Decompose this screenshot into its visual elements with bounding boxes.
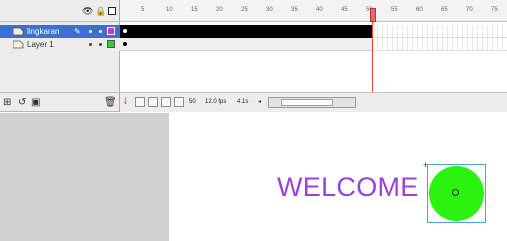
tick-label: 55	[391, 7, 398, 13]
onion-skin-icon[interactable]	[135, 97, 145, 107]
layer-footer: ⊞ ↺ ▣ 🗑	[0, 92, 120, 112]
playhead-handle[interactable]	[370, 8, 376, 22]
layer-header: 👁 🔒	[0, 0, 120, 22]
layer-name: Layer 1	[27, 40, 54, 49]
circle-selection-box[interactable]	[427, 164, 486, 223]
frames-area[interactable]: 5 10 15 20 25 30 35 40 45 50 55 60 65 70…	[120, 0, 507, 92]
playhead-line	[372, 22, 373, 92]
tick-label: 5	[141, 7, 145, 13]
center-frame-icon[interactable]: ⇃	[122, 96, 130, 107]
layer-icon	[13, 27, 24, 36]
empty-frames[interactable]	[373, 38, 507, 51]
scroll-left-icon[interactable]: ◂	[258, 98, 261, 105]
keyframe-dot[interactable]	[123, 42, 127, 46]
tick-label: 30	[266, 7, 273, 13]
scroll-thumb[interactable]	[281, 99, 333, 106]
timeline-panel: 👁 🔒 lingkaran ✎ Layer 1 ⊞ ↺ ▣ 🗑 5 10 15 …	[0, 0, 507, 112]
tick-label: 75	[491, 7, 498, 13]
tick-label: 15	[191, 7, 198, 13]
eye-icon[interactable]: 👁	[82, 6, 93, 16]
lock-dot[interactable]	[99, 43, 102, 46]
lock-dot[interactable]	[99, 30, 102, 33]
frame-ruler[interactable]: 5 10 15 20 25 30 35 40 45 50 55 60 65 70…	[120, 0, 507, 22]
registration-point	[452, 189, 459, 196]
timeline-status-bar: ⇃ 50 12.0 fps 4.1s ◂	[120, 92, 507, 112]
visibility-dot[interactable]	[89, 43, 92, 46]
frame-row-layer1[interactable]	[120, 38, 373, 51]
layer-icon	[13, 40, 24, 49]
tick-label: 35	[291, 7, 298, 13]
current-frame: 50	[189, 99, 196, 105]
new-folder-icon[interactable]: ▣	[31, 97, 40, 108]
delete-layer-icon[interactable]: 🗑	[104, 97, 117, 108]
keyframe-dot[interactable]	[123, 29, 127, 33]
flash-editor: 👁 🔒 lingkaran ✎ Layer 1 ⊞ ↺ ▣ 🗑 5 10 15 …	[0, 0, 507, 241]
elapsed-time: 4.1s	[237, 99, 249, 105]
frame-rate: 12.0 fps	[205, 99, 227, 105]
pasteboard	[0, 113, 169, 241]
pencil-icon: ✎	[74, 27, 81, 36]
playhead[interactable]	[370, 0, 376, 92]
tick-label: 65	[441, 7, 448, 13]
lock-icon[interactable]: 🔒	[95, 6, 106, 16]
outline-color-box[interactable]	[107, 40, 115, 48]
tick-label: 45	[341, 7, 348, 13]
stage[interactable]: WELCOME +	[169, 113, 507, 241]
modify-onion-markers-icon[interactable]	[174, 97, 184, 107]
timeline-scrollbar[interactable]	[268, 97, 356, 108]
edit-multiple-frames-icon[interactable]	[161, 97, 171, 107]
welcome-text[interactable]: WELCOME	[277, 172, 419, 203]
layer-panel: 👁 🔒 lingkaran ✎ Layer 1 ⊞ ↺ ▣ 🗑	[0, 0, 120, 112]
tick-label: 10	[166, 7, 173, 13]
tick-label: 25	[241, 7, 248, 13]
layer-name: lingkaran	[27, 27, 60, 36]
empty-frames[interactable]	[373, 25, 507, 38]
onion-skin-outlines-icon[interactable]	[148, 97, 158, 107]
frame-row-lingkaran[interactable]	[120, 25, 373, 38]
tick-label: 40	[316, 7, 323, 13]
tick-label: 20	[216, 7, 223, 13]
layer-row-layer1[interactable]: Layer 1	[0, 38, 120, 51]
new-layer-icon[interactable]: ⊞	[3, 97, 11, 108]
outline-icon[interactable]	[108, 7, 116, 15]
visibility-dot[interactable]	[89, 30, 92, 33]
tick-label: 70	[466, 7, 473, 13]
outline-color-box[interactable]	[107, 27, 115, 35]
tick-label: 60	[416, 7, 423, 13]
add-guide-icon[interactable]: ↺	[18, 97, 26, 108]
layer-row-lingkaran[interactable]: lingkaran ✎	[0, 25, 120, 38]
